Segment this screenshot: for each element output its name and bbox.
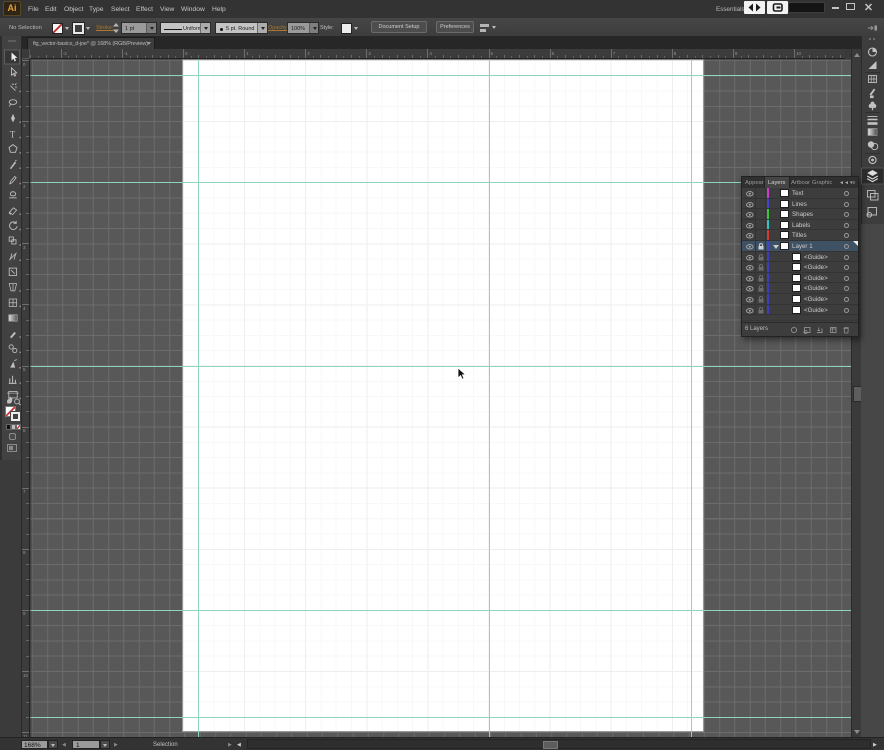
svg-text:T: T: [10, 129, 16, 139]
